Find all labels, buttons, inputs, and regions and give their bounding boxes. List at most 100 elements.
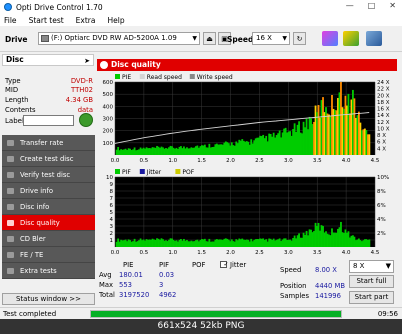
info-key: MID — [5, 86, 19, 94]
menu-extra[interactable]: Extra — [76, 16, 96, 25]
nav-item-verify-test-disc[interactable]: Verify test disc — [2, 167, 95, 183]
legend-swatch — [175, 169, 181, 174]
erase-icon[interactable] — [322, 31, 338, 46]
status-window-button[interactable]: Status window >> — [2, 293, 95, 305]
legend-swatch — [139, 74, 145, 79]
legend-swatch — [189, 74, 195, 79]
fe-te-icon — [7, 252, 14, 258]
nav-item-cd-bler[interactable]: CD Bler — [2, 231, 95, 247]
x-tick-label: 0.0 — [111, 250, 120, 256]
menu-bar: File Start test Extra Help — [0, 14, 402, 26]
samples-value: 141996 — [315, 292, 341, 300]
info-value: TTH02 — [71, 86, 93, 94]
legend-swatch — [115, 169, 120, 174]
test-speed-value: 8 X — [353, 262, 365, 270]
y-tick-label: 4 — [110, 217, 114, 223]
menu-help[interactable]: Help — [107, 16, 124, 25]
drive-label: Drive — [5, 35, 28, 44]
y2-tick-label: 12 X — [377, 120, 390, 126]
transfer-rate-icon — [7, 140, 14, 146]
nav-item-disc-info[interactable]: Disc info — [2, 199, 95, 215]
disc-arrow-icon[interactable]: ➤ — [84, 56, 90, 66]
menu-file[interactable]: File — [4, 16, 17, 25]
info-key: Contents — [5, 106, 36, 114]
eject-icon: ⏏ — [206, 34, 213, 43]
x-tick-label: 1.0 — [168, 250, 177, 256]
start-part-button[interactable]: Start part — [349, 291, 394, 304]
legend-label: PIF — [122, 169, 131, 176]
title-bar: Opti Drive Control 1.70 — □ ✕ — [0, 0, 402, 14]
refresh-speed-button[interactable]: ↻ — [293, 32, 306, 45]
x-tick-label: 0.5 — [140, 250, 149, 256]
disc-quality-header: Disc quality — [97, 59, 397, 71]
x-tick-label: 2.0 — [226, 158, 235, 164]
y-tick-label: 3 — [110, 224, 114, 230]
x-tick-label: 4.5 — [371, 158, 380, 164]
start-full-button[interactable]: Start full — [349, 275, 394, 288]
menu-start-test[interactable]: Start test — [29, 16, 64, 25]
chevron-down-icon: ▼ — [282, 35, 287, 42]
nav-label: Disc info — [20, 203, 50, 211]
y2-tick-label: 16 X — [377, 107, 390, 113]
info-key: Type — [5, 77, 21, 85]
speed-stat-value: 8.00 X — [315, 266, 337, 274]
y-tick-label: 300 — [103, 117, 114, 123]
minimize-icon[interactable]: — — [346, 1, 354, 10]
legend-label: PIE — [122, 74, 131, 81]
y2-tick-label: 10% — [377, 175, 389, 181]
y2-tick-label: 18 X — [377, 100, 390, 106]
nav-item-drive-info[interactable]: Drive info — [2, 183, 95, 199]
y2-tick-label: 24 X — [377, 80, 390, 86]
nav-item-extra-tests[interactable]: Extra tests — [2, 263, 95, 279]
nav-item-fe-te[interactable]: FE / TE — [2, 247, 95, 263]
pof-header: POF — [192, 261, 206, 269]
eject-button[interactable]: ⏏ — [203, 32, 216, 45]
x-tick-label: 1.5 — [197, 250, 206, 256]
disc-header-label: Disc — [6, 55, 24, 64]
window-title: Opti Drive Control 1.70 — [16, 2, 103, 12]
create-disc-icon — [7, 156, 14, 162]
total-pif: 4962 — [159, 291, 177, 299]
maximize-icon[interactable]: □ — [368, 1, 376, 10]
nav-item-disc-quality[interactable]: Disc quality — [2, 215, 95, 231]
elapsed-time: 09:56 — [377, 310, 398, 318]
x-tick-label: 1.5 — [197, 158, 206, 164]
legend-swatch — [139, 169, 145, 174]
drive-select[interactable]: (F:) Optiarc DVD RW AD-5200A 1.09 ▼ — [38, 32, 200, 45]
test-speed-select[interactable]: 8 X ▼ — [349, 260, 394, 273]
info-value: DVD-R — [70, 77, 93, 85]
x-tick-label: 1.0 — [168, 158, 177, 164]
nav-label: Create test disc — [20, 155, 74, 163]
x-tick-label: 2.5 — [255, 250, 264, 256]
y-tick-label: 5 — [110, 210, 114, 216]
label-key: Label — [5, 117, 24, 125]
jitter-checkbox[interactable]: ✓ — [220, 261, 229, 268]
y-tick-label: 7 — [110, 196, 114, 202]
close-icon[interactable]: ✕ — [389, 1, 396, 10]
pie-chart: PIE Read speed Write speed 100 200 300 400 500 6… — [97, 72, 397, 165]
nav-label: FE / TE — [20, 251, 44, 259]
floppy-save-icon[interactable] — [366, 31, 382, 46]
max-pif: 3 — [159, 281, 164, 289]
window-controls: — □ ✕ — [346, 1, 396, 10]
x-tick-label: 0.0 — [111, 158, 120, 164]
speed-stat-label: Speed — [280, 266, 302, 274]
disc-label-input[interactable] — [23, 115, 74, 126]
nav-item-transfer-rate[interactable]: Transfer rate — [2, 135, 95, 151]
y-tick-label: 600 — [103, 80, 114, 86]
total-label: Total — [99, 291, 115, 299]
y-tick-label: 9 — [110, 182, 114, 188]
nav-label: Verify test disc — [20, 171, 71, 179]
position-value: 4440 MB — [315, 282, 345, 290]
avg-label: Avg — [99, 271, 112, 279]
nav-item-create-test-disc[interactable]: Create test disc — [2, 151, 95, 167]
drive-icon — [41, 35, 49, 42]
y-tick-label: 400 — [103, 104, 114, 110]
label-apply-button[interactable] — [79, 113, 93, 127]
y2-tick-label: 8 X — [377, 133, 386, 139]
speed-select[interactable]: 16 X ▼ — [252, 32, 290, 45]
copy-icon[interactable] — [343, 31, 359, 46]
drive-select-value: (F:) Optiarc DVD RW AD-5200A 1.09 — [51, 34, 177, 42]
speed-select-value: 16 X — [256, 34, 272, 42]
info-value: 4.34 GB — [65, 96, 93, 104]
